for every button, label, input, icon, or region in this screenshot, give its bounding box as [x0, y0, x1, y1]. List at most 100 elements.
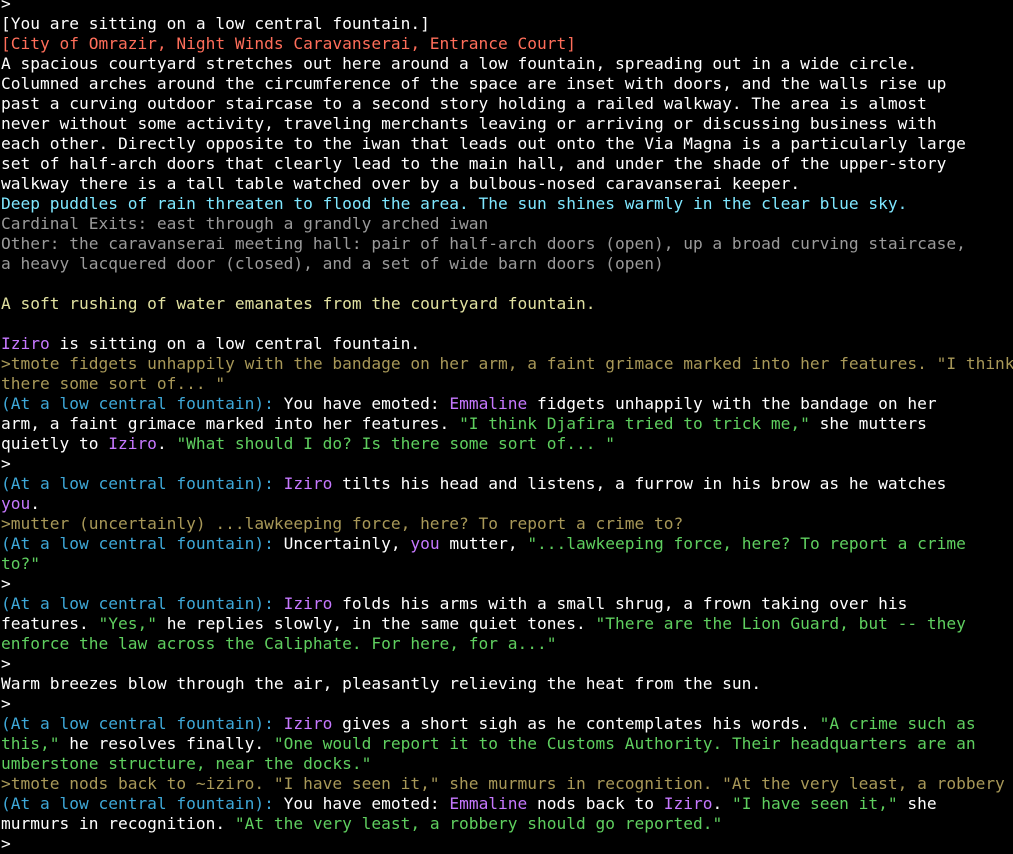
text-segment: > — [1, 454, 11, 473]
terminal-line: >mutter (uncertainly) ...lawkeeping forc… — [1, 514, 1013, 534]
ambient-text: A soft rushing of water emanates from th… — [1, 294, 596, 313]
text-segment: set of half-arch doors that clearly lead… — [1, 154, 947, 173]
terminal-line: enforce the law across the Caliphate. Fo… — [1, 634, 1013, 654]
text-segment: nods back to — [527, 794, 664, 813]
speech-text: this," — [1, 734, 60, 753]
text-segment: murmurs in recognition. — [1, 814, 235, 833]
text-segment: quietly to — [1, 434, 109, 453]
text-segment: she — [897, 794, 937, 813]
speech-text: to?" — [1, 554, 40, 573]
terminal-line: > — [1, 574, 1013, 594]
terminal-line: [You are sitting on a low central founta… — [1, 14, 1013, 34]
terminal-line: (At a low central fountain): You have em… — [1, 794, 1013, 814]
speech-text: "Yes," — [98, 614, 157, 633]
text-segment: A spacious courtyard stretches out here … — [1, 54, 918, 73]
text-segment: arm, a faint grimace marked into her fea… — [1, 414, 460, 433]
character-name: Iziro — [283, 474, 333, 493]
terminal-line: quietly to Iziro. "What should I do? Is … — [1, 434, 1013, 454]
text-segment: Uncertainly, — [283, 534, 411, 553]
terminal-line: a heavy lacquered door (closed), and a s… — [1, 254, 1013, 274]
text-segment: past a curving outdoor staircase to a se… — [1, 94, 927, 113]
speech-text: "A crime such as — [819, 714, 976, 733]
command-echo: >tmote fidgets unhappily with the bandag… — [1, 354, 1013, 373]
speech-text: enforce the law across the Caliphate. Fo… — [1, 634, 557, 653]
terminal-line: (At a low central fountain): Iziro folds… — [1, 594, 1013, 614]
text-segment: > — [1, 0, 11, 13]
speech-text: "I have seen it," — [731, 794, 898, 813]
text-segment: each other. Directly opposite to the iwa… — [1, 134, 966, 153]
location-prefix: (At a low central fountain): — [1, 394, 284, 413]
text-segment: she mutters — [809, 414, 927, 433]
exits-text: Cardinal Exits: east through a grandly a… — [1, 214, 489, 233]
weather-text: Deep puddles of rain threaten to flood t… — [1, 194, 908, 213]
terminal-line: walkway there is a tall table watched ov… — [1, 174, 1013, 194]
text-segment: You have emoted: — [283, 794, 450, 813]
terminal-line: features. "Yes," he replies slowly, in t… — [1, 614, 1013, 634]
terminal-line: Columned arches around the circumference… — [1, 74, 1013, 94]
speech-text: "One would report it to the Customs Auth… — [273, 734, 976, 753]
text-segment: tilts his head and listens, a furrow in … — [332, 474, 947, 493]
terminal-line: Iziro is sitting on a low central founta… — [1, 334, 1013, 354]
terminal-line: A soft rushing of water emanates from th… — [1, 294, 1013, 314]
character-name: Iziro — [283, 714, 333, 733]
terminal-line: Warm breezes blow through the air, pleas… — [1, 674, 1013, 694]
location-prefix: (At a low central fountain): — [1, 794, 284, 813]
terminal-line: > — [1, 654, 1013, 674]
character-name: Iziro — [663, 794, 713, 813]
text-segment: > — [1, 694, 11, 713]
terminal-line: set of half-arch doors that clearly lead… — [1, 154, 1013, 174]
terminal-line: each other. Directly opposite to the iwa… — [1, 134, 1013, 154]
text-segment: folds his arms with a small shrug, a fro… — [332, 594, 908, 613]
speech-text: "I think Djafira tried to trick me," — [459, 414, 810, 433]
text-segment: Columned arches around the circumference… — [1, 74, 947, 93]
terminal-line: > — [1, 454, 1013, 474]
text-segment: he replies slowly, in the same quiet ton… — [156, 614, 596, 633]
character-name: Iziro — [1, 334, 50, 353]
text-segment: features. — [1, 614, 99, 633]
text-segment: > — [1, 574, 11, 593]
location-prefix: (At a low central fountain): — [1, 714, 284, 733]
command-echo: >mutter (uncertainly) ...lawkeeping forc… — [1, 514, 684, 533]
terminal-line: (At a low central fountain): You have em… — [1, 394, 1013, 414]
text-segment: . — [30, 494, 40, 513]
terminal-line: (At a low central fountain): Iziro tilts… — [1, 474, 1013, 494]
terminal-line: (At a low central fountain): Uncertainly… — [1, 534, 1013, 554]
terminal-line: there some sort of... " — [1, 374, 1013, 394]
terminal-line: > — [1, 0, 1013, 14]
location-prefix: (At a low central fountain): — [1, 534, 284, 553]
terminal-line: this," he resolves finally. "One would r… — [1, 734, 1013, 754]
speech-text: "What should I do? Is there some sort of… — [176, 434, 615, 453]
text-segment: > — [1, 654, 11, 673]
terminal-line: never without some activity, traveling m… — [1, 114, 1013, 134]
terminal-line: umberstone structure, near the docks." — [1, 754, 1013, 774]
text-segment: he resolves finally. — [59, 734, 274, 753]
location-prefix: (At a low central fountain): — [1, 594, 284, 613]
terminal-line: (At a low central fountain): Iziro gives… — [1, 714, 1013, 734]
character-name: you — [410, 534, 440, 553]
terminal-line: murmurs in recognition. "At the very lea… — [1, 814, 1013, 834]
text-segment: . — [712, 794, 732, 813]
text-segment: walkway there is a tall table watched ov… — [1, 174, 801, 193]
speech-text: "...lawkeeping force, here? To report a … — [527, 534, 966, 553]
terminal-line: > — [1, 834, 1013, 854]
speech-text: umberstone structure, near the docks." — [1, 754, 372, 773]
terminal-line: Other: the caravanserai meeting hall: pa… — [1, 234, 1013, 254]
terminal-line: to?" — [1, 554, 1013, 574]
speech-text: "There are the Lion Guard, but -- they — [595, 614, 966, 633]
terminal-line: >tmote nods back to ~iziro. "I have seen… — [1, 774, 1013, 794]
character-name: Iziro — [108, 434, 157, 453]
exits-text: Other: the caravanserai meeting hall: pa… — [1, 234, 966, 253]
terminal-line: Deep puddles of rain threaten to flood t… — [1, 194, 1013, 214]
terminal-output[interactable]: > [You are sitting on a low central fount… — [1, 0, 1013, 854]
text-segment: > — [1, 834, 11, 853]
terminal-line: > — [1, 694, 1013, 714]
terminal-line: >tmote fidgets unhappily with the bandag… — [1, 354, 1013, 374]
command-echo: there some sort of... " — [1, 374, 226, 393]
terminal-line: [City of Omrazir, Night Winds Caravanser… — [1, 34, 1013, 54]
command-echo: >tmote nods back to ~iziro. "I have seen… — [1, 774, 1013, 793]
text-segment: . — [156, 434, 177, 453]
text-segment: gives a short sigh as he contemplates hi… — [332, 714, 820, 733]
terminal-line: past a curving outdoor staircase to a se… — [1, 94, 1013, 114]
